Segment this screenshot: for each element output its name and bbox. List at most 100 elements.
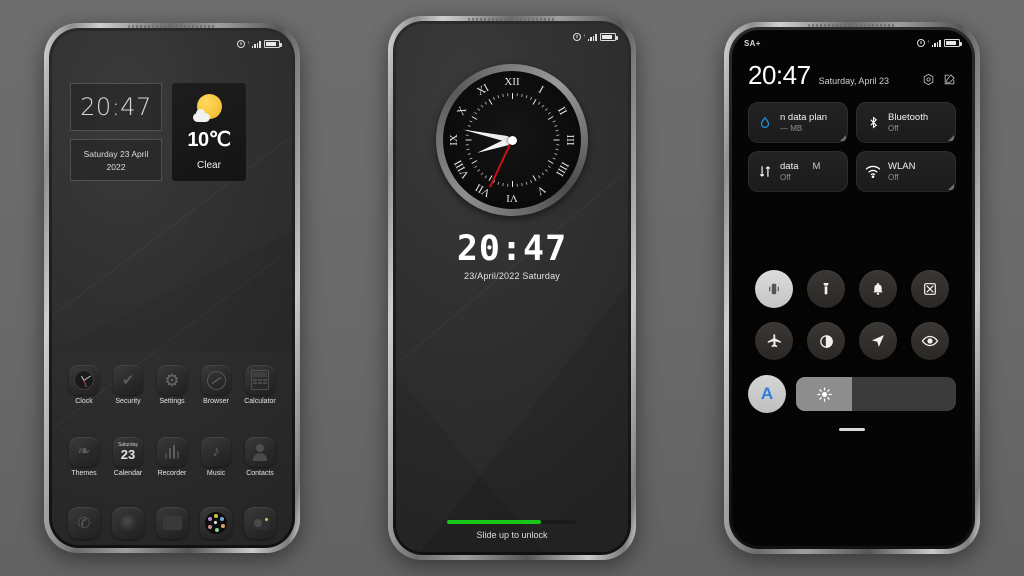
bell-icon[interactable] [859, 270, 897, 308]
app-label: Calendar [113, 470, 143, 477]
brightness-slider-fill [796, 377, 852, 411]
airplane-icon[interactable] [755, 322, 793, 360]
alarm-icon [572, 33, 581, 41]
messages-icon[interactable] [156, 507, 188, 539]
toggle-row-2 [748, 322, 956, 360]
eye-comfort-icon[interactable] [911, 322, 949, 360]
flower-gallery-icon[interactable] [200, 507, 232, 539]
app-recorder[interactable]: Recorder [150, 437, 194, 477]
phone-bezel: ‹ 20:47 Saturday 23 April 2022 10℃ Clear… [49, 25, 295, 548]
tile-title: WLAN [888, 161, 916, 172]
earpiece-grille-icon [808, 24, 896, 27]
weather-condition: Clear [197, 159, 221, 171]
compass-icon [201, 365, 231, 395]
tile-bluetooth[interactable]: Bluetooth Off [856, 102, 956, 143]
edit-icon[interactable] [943, 73, 956, 86]
app-label: Contacts [246, 470, 274, 477]
alarm-icon [916, 39, 925, 47]
digital-clock-block: 20:47 23/April/2022 Saturday [396, 229, 628, 281]
app-contacts[interactable]: Contacts [238, 437, 282, 477]
status-icons: ‹ [236, 40, 282, 48]
themes-icon: ❧ [69, 437, 99, 467]
clock-widget[interactable]: 20:47 [70, 83, 162, 131]
tile-subtitle: Off [888, 173, 899, 182]
vibrate-icon[interactable] [755, 270, 793, 308]
lock-digital-date: 23/April/2022 Saturday [464, 271, 560, 281]
gears-icon: ⚙ [157, 365, 187, 395]
panel-drag-handle[interactable] [839, 428, 865, 431]
screenshot-icon[interactable] [911, 270, 949, 308]
calendar-icon: Saturday 23 [113, 437, 143, 467]
battery-icon [944, 39, 962, 47]
home-screen-display: ‹ 20:47 Saturday 23 April 2022 10℃ Clear… [52, 31, 292, 545]
signal-superscript: ‹ [927, 39, 930, 45]
contacts-icon [245, 437, 275, 467]
app-security[interactable]: ✔ Security [106, 365, 150, 405]
app-browser[interactable]: Browser [194, 365, 238, 405]
unlock-area[interactable]: Slide up to unlock [396, 520, 628, 540]
app-grid-row-1: Clock ✔ Security ⚙ Settings Browser Calc… [62, 365, 282, 405]
clock-icon [69, 365, 99, 395]
weather-widget[interactable]: 10℃ Clear [172, 83, 246, 181]
control-center-date: Saturday, April 23 [818, 76, 889, 86]
app-label: Recorder [157, 470, 187, 477]
battery-icon [600, 33, 618, 41]
recorder-icon [157, 437, 187, 467]
app-label: Themes [71, 470, 97, 477]
tile-mobile-data[interactable]: data M Off [748, 151, 848, 192]
phone-handset-icon[interactable]: ✆ [68, 507, 100, 539]
control-center-time: 20:47 [748, 60, 811, 90]
auto-brightness-button[interactable]: A [748, 375, 786, 413]
date-widget[interactable]: Saturday 23 April 2022 [70, 139, 162, 181]
tile-title: n data plan [780, 112, 828, 123]
app-clock[interactable]: Clock [62, 365, 106, 405]
camera-lens-icon[interactable] [112, 507, 144, 539]
tile-expand-corner-icon[interactable] [948, 184, 954, 190]
brightness-row: A [748, 375, 956, 413]
control-center-display: SA+ ‹ 20:47 Saturday, April 23 n data pl… [732, 30, 972, 546]
brightness-sun-icon [816, 386, 832, 402]
status-bar: ‹ [396, 24, 628, 50]
signal-icon [587, 33, 597, 41]
dark-mode-icon[interactable] [807, 322, 845, 360]
unlock-slider[interactable] [447, 520, 577, 524]
toggle-row-1 [748, 270, 956, 308]
camera-icon[interactable] [244, 507, 276, 539]
tile-wlan[interactable]: WLAN Off [856, 151, 956, 192]
app-settings[interactable]: ⚙ Settings [150, 365, 194, 405]
app-calendar[interactable]: Saturday 23 Calendar [106, 437, 150, 477]
lock-screen-display: ‹ XII I II III IIII V VI VII VIII IX X XI [396, 24, 628, 552]
tile-subtitle: Off [780, 173, 791, 182]
tile-data-plan[interactable]: n data plan — MB [748, 102, 848, 143]
status-bar: ‹ [52, 31, 292, 57]
phone-bezel: SA+ ‹ 20:47 Saturday, April 23 n data pl… [729, 24, 975, 549]
tile-subtitle: Off [888, 124, 899, 133]
analog-clock-widget[interactable]: XII I II III IIII V VI VII VIII IX X XI [436, 64, 588, 216]
app-label: Security [115, 398, 141, 405]
clock-numeral: II [555, 104, 570, 118]
earpiece-grille-icon [468, 18, 556, 21]
clock-numeral: VI [506, 192, 518, 204]
brightness-slider[interactable] [796, 377, 956, 411]
shield-check-icon: ✔ [113, 365, 143, 395]
date-widget-line1: Saturday 23 April [83, 148, 149, 159]
status-bar: SA+ ‹ [732, 30, 972, 56]
data-drop-icon [757, 115, 773, 131]
app-label: Settings [159, 398, 185, 405]
clock-numeral: I [536, 83, 546, 96]
wifi-icon [865, 165, 881, 178]
lock-digital-time: 20:47 [456, 229, 568, 269]
app-themes[interactable]: ❧ Themes [62, 437, 106, 477]
tile-expand-corner-icon[interactable] [948, 135, 954, 141]
wallpaper-showcase: ‹ 20:47 Saturday 23 April 2022 10℃ Clear… [0, 0, 1024, 576]
location-icon[interactable] [859, 322, 897, 360]
flashlight-icon[interactable] [807, 270, 845, 308]
quick-setting-tiles: n data plan — MB Bluetooth Off data M Of… [748, 102, 956, 192]
weather-temperature: 10℃ [187, 128, 231, 151]
calendar-day-number: 23 [120, 447, 136, 462]
analog-clock-dial: XII I II III IIII V VI VII VIII IX X XI [443, 71, 581, 209]
settings-icon[interactable] [922, 73, 935, 86]
app-music[interactable]: ♪ Music [194, 437, 238, 477]
tile-expand-corner-icon[interactable] [840, 135, 846, 141]
app-calculator[interactable]: Calculator [238, 365, 282, 405]
